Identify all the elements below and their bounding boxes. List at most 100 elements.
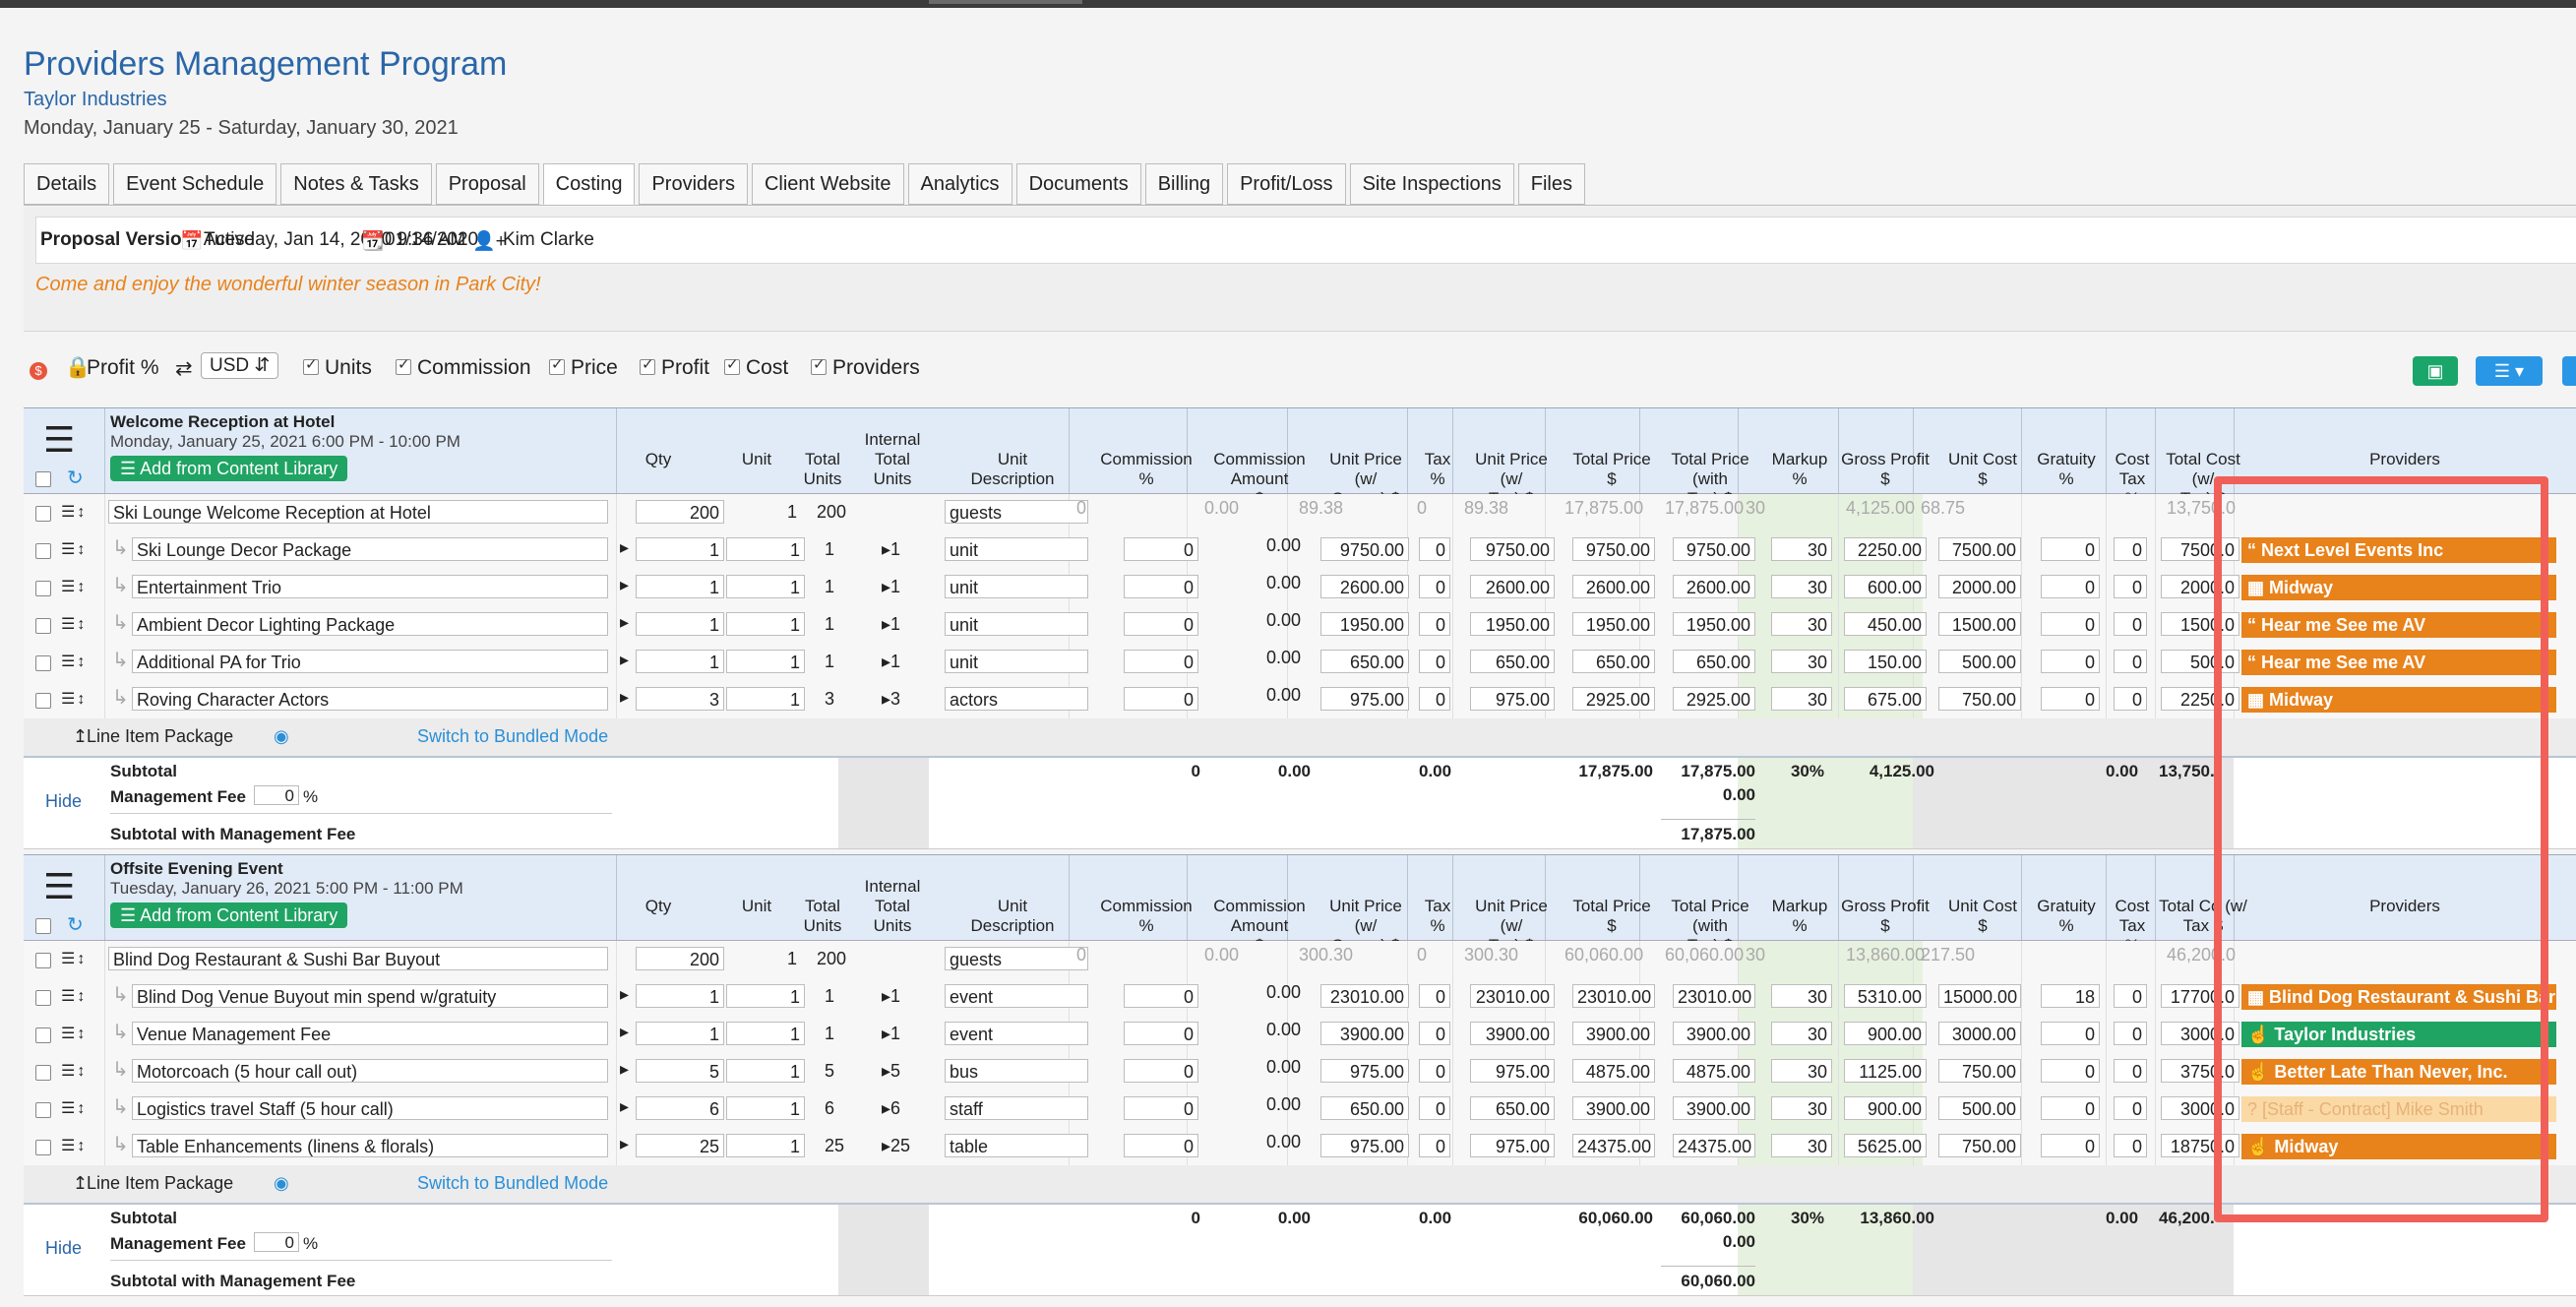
- field-gratuity[interactable]: 0: [2041, 537, 2100, 561]
- tab-costing[interactable]: Costing: [542, 163, 636, 205]
- provider-badge[interactable]: ☝ Taylor Industries: [2241, 1022, 2556, 1047]
- field-up-comm[interactable]: 3900.00: [1320, 1022, 1409, 1045]
- field-cost-tax[interactable]: 0: [2114, 1059, 2147, 1083]
- row-checkbox[interactable]: [35, 506, 51, 522]
- field-gratuity[interactable]: 0: [2041, 612, 2100, 636]
- field-comm-pct[interactable]: 0: [1124, 1059, 1198, 1083]
- field-cost-tax[interactable]: 0: [2114, 687, 2147, 711]
- field-unit-cost[interactable]: 750.00: [1938, 1134, 2021, 1157]
- field-total-cost[interactable]: 3000.0: [2161, 1096, 2239, 1120]
- field-gross[interactable]: 450.00: [1844, 612, 1927, 636]
- field-markup[interactable]: 30: [1771, 1059, 1832, 1083]
- field-tp-tax[interactable]: 3900.00: [1673, 1022, 1755, 1045]
- field-up-tax[interactable]: 975.00: [1470, 1134, 1555, 1157]
- checkbox[interactable]: [549, 355, 565, 375]
- field-up-tax[interactable]: 3900.00: [1470, 1022, 1555, 1045]
- field-gross[interactable]: 5310.00: [1844, 984, 1927, 1008]
- unit-description-input[interactable]: event: [945, 984, 1088, 1008]
- field-markup[interactable]: 30: [1771, 575, 1832, 598]
- qty-input[interactable]: 200: [636, 947, 724, 970]
- item-name-input[interactable]: Motorcoach (5 hour call out): [132, 1059, 608, 1083]
- qty-input[interactable]: 1: [636, 575, 724, 598]
- item-name-input[interactable]: Ambient Decor Lighting Package: [132, 612, 608, 636]
- field-comm-pct[interactable]: 0: [1124, 1134, 1198, 1157]
- field-markup[interactable]: 30: [1771, 984, 1832, 1008]
- row-checkbox[interactable]: [35, 618, 51, 634]
- provider-badge[interactable]: ? [Staff - Contract] Mike Smith: [2241, 1096, 2556, 1122]
- management-fee-input[interactable]: 0: [254, 785, 299, 805]
- eye-icon[interactable]: ◉: [274, 726, 289, 747]
- field-unit-cost[interactable]: 7500.00: [1938, 537, 2021, 561]
- provider-badge[interactable]: ☝ Better Late Than Never, Inc.: [2241, 1059, 2556, 1085]
- hide-link[interactable]: Hide: [45, 791, 82, 812]
- item-name-input[interactable]: Entertainment Trio: [132, 575, 608, 598]
- field-tp-tax[interactable]: 24375.00: [1673, 1134, 1755, 1157]
- unit-input[interactable]: 1: [726, 687, 805, 711]
- swap-icon[interactable]: ⇄: [175, 356, 193, 381]
- field-up-tax[interactable]: 650.00: [1470, 1096, 1555, 1120]
- tab-client-website[interactable]: Client Website: [751, 163, 904, 205]
- add-from-content-library-button[interactable]: ☰ Add from Content Library: [110, 456, 348, 481]
- field-up-comm[interactable]: 2600.00: [1320, 575, 1409, 598]
- field-unit-cost[interactable]: 750.00: [1938, 687, 2021, 711]
- unit-input[interactable]: 1: [726, 575, 805, 598]
- field-total-price[interactable]: 9750.00: [1572, 537, 1655, 561]
- drag-menu-icon[interactable]: ☰↕: [61, 1024, 87, 1043]
- field-total-cost[interactable]: 2000.0: [2161, 575, 2239, 598]
- refresh-icon[interactable]: ↻: [67, 912, 84, 937]
- field-markup[interactable]: 30: [1771, 1022, 1832, 1045]
- field-tax[interactable]: 0: [1419, 687, 1450, 711]
- field-unit-cost[interactable]: 500.00: [1938, 1096, 2021, 1120]
- row-checkbox[interactable]: [35, 1027, 51, 1043]
- unit-input[interactable]: 1: [726, 1059, 805, 1083]
- field-up-comm[interactable]: 975.00: [1320, 1134, 1409, 1157]
- field-markup[interactable]: 30: [1771, 1096, 1832, 1120]
- field-gratuity[interactable]: 0: [2041, 1059, 2100, 1083]
- field-gross[interactable]: 1125.00: [1844, 1059, 1927, 1083]
- field-total-price[interactable]: 3900.00: [1572, 1022, 1655, 1045]
- unit-description-input[interactable]: guests: [945, 500, 1088, 524]
- item-name-input[interactable]: Blind Dog Restaurant & Sushi Bar Buyout: [108, 947, 608, 970]
- field-tp-tax[interactable]: 2925.00: [1673, 687, 1755, 711]
- unit-description-input[interactable]: event: [945, 1022, 1088, 1045]
- list-view-button[interactable]: ☰ ▾: [2476, 356, 2543, 386]
- field-cost-tax[interactable]: 0: [2114, 1134, 2147, 1157]
- expand-arrow-icon[interactable]: ▸: [620, 687, 629, 708]
- field-comm-pct[interactable]: 0: [1124, 650, 1198, 673]
- field-comm-pct[interactable]: 0: [1124, 687, 1198, 711]
- field-cost-tax[interactable]: 0: [2114, 537, 2147, 561]
- field-up-tax[interactable]: 975.00: [1470, 1059, 1555, 1083]
- qty-input[interactable]: 1: [636, 984, 724, 1008]
- field-comm-pct[interactable]: 0: [1124, 575, 1198, 598]
- field-gross[interactable]: 675.00: [1844, 687, 1927, 711]
- field-gratuity[interactable]: 0: [2041, 1096, 2100, 1120]
- tab-details[interactable]: Details: [24, 163, 110, 205]
- select-all-checkbox[interactable]: [35, 471, 51, 487]
- field-cost-tax[interactable]: 0: [2114, 650, 2147, 673]
- field-total-price[interactable]: 650.00: [1572, 650, 1655, 673]
- row-checkbox[interactable]: [35, 1102, 51, 1118]
- field-gross[interactable]: 600.00: [1844, 575, 1927, 598]
- qty-input[interactable]: 1: [636, 537, 724, 561]
- field-unit-cost[interactable]: 1500.00: [1938, 612, 2021, 636]
- unit-description-input[interactable]: unit: [945, 575, 1088, 598]
- field-gross[interactable]: 900.00: [1844, 1022, 1927, 1045]
- hide-link[interactable]: Hide: [45, 1238, 82, 1259]
- drag-menu-icon[interactable]: ☰↕: [61, 1061, 87, 1081]
- drag-menu-icon[interactable]: ☰↕: [61, 949, 87, 968]
- item-name-input[interactable]: Additional PA for Trio: [132, 650, 608, 673]
- field-markup[interactable]: 30: [1771, 537, 1832, 561]
- field-unit-cost[interactable]: 2000.00: [1938, 575, 2021, 598]
- field-unit-cost[interactable]: 3000.00: [1938, 1022, 2021, 1045]
- provider-badge[interactable]: “ Hear me See me AV: [2241, 612, 2556, 638]
- switch-to-bundled-mode-link[interactable]: Switch to Bundled Mode: [417, 726, 608, 747]
- unit-input[interactable]: 1: [726, 1096, 805, 1120]
- field-total-cost[interactable]: 17700.0: [2161, 984, 2239, 1008]
- toggle-profit[interactable]: Profit: [640, 355, 709, 380]
- item-name-input[interactable]: Ski Lounge Welcome Reception at Hotel: [108, 500, 608, 524]
- field-tax[interactable]: 0: [1419, 1134, 1450, 1157]
- field-total-price[interactable]: 1950.00: [1572, 612, 1655, 636]
- field-unit-cost[interactable]: 15000.00: [1938, 984, 2021, 1008]
- drag-menu-icon[interactable]: ☰↕: [61, 539, 87, 559]
- checkbox[interactable]: [811, 355, 827, 375]
